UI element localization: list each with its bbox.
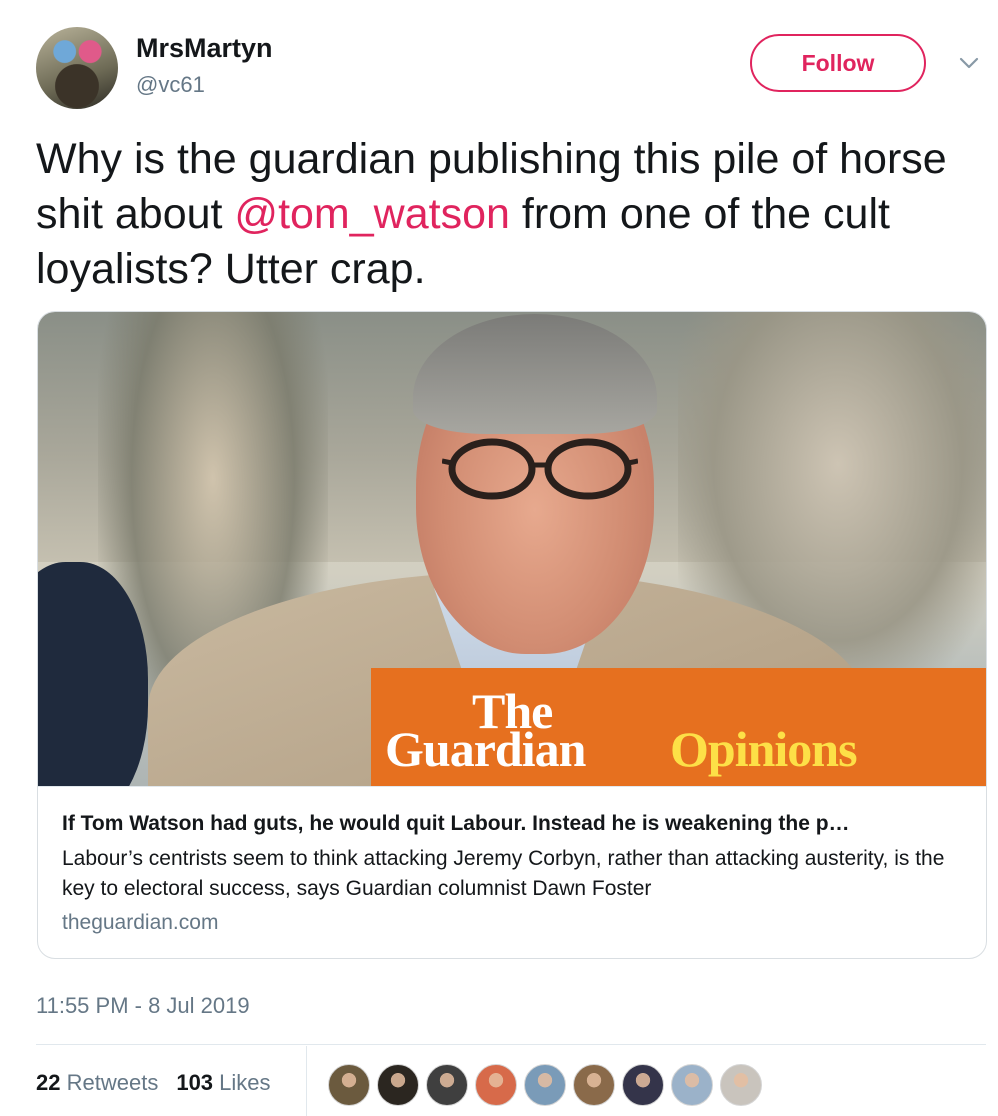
guardian-logo-opinions: Opinions xyxy=(670,721,858,777)
guardian-logo-guardian: Guardian xyxy=(385,721,586,777)
liker-avatars xyxy=(328,1064,762,1106)
card-divider xyxy=(38,786,986,787)
liker-avatar[interactable] xyxy=(622,1064,664,1106)
glasses-graphic xyxy=(442,438,638,500)
tweet-timestamp[interactable]: 11:55 PM - 8 Jul 2019 xyxy=(36,993,250,1019)
liker-avatar[interactable] xyxy=(573,1064,615,1106)
liker-avatar[interactable] xyxy=(426,1064,468,1106)
liker-avatar[interactable] xyxy=(328,1064,370,1106)
retweets-stat[interactable]: 22 Retweets xyxy=(36,1070,158,1096)
tweet-stats: 22 Retweets 103 Likes xyxy=(36,1070,271,1096)
user-handle[interactable]: @vc61 xyxy=(136,72,205,98)
link-preview-card[interactable]: The Guardian Opinions If Tom Watson had … xyxy=(37,311,987,959)
user-avatar[interactable] xyxy=(36,27,118,109)
display-name[interactable]: MrsMartyn xyxy=(136,33,273,64)
liker-avatar[interactable] xyxy=(475,1064,517,1106)
person-hair xyxy=(413,314,657,434)
stats-separator xyxy=(306,1046,307,1116)
liker-avatar[interactable] xyxy=(524,1064,566,1106)
mention-link[interactable]: @tom_watson xyxy=(234,190,510,238)
card-description[interactable]: Labour’s centrists seem to think attacki… xyxy=(62,844,962,904)
liker-avatar[interactable] xyxy=(377,1064,419,1106)
liker-avatar[interactable] xyxy=(671,1064,713,1106)
chevron-down-icon[interactable] xyxy=(958,52,980,74)
card-domain[interactable]: theguardian.com xyxy=(62,911,218,935)
card-title[interactable]: If Tom Watson had guts, he would quit La… xyxy=(62,812,967,836)
follow-button[interactable]: Follow xyxy=(750,34,926,92)
liker-avatar[interactable] xyxy=(720,1064,762,1106)
retweets-label: Retweets xyxy=(66,1070,159,1095)
divider xyxy=(36,1044,986,1045)
tweet-text: Why is the guardian publishing this pile… xyxy=(36,132,966,297)
likes-count: 103 xyxy=(176,1070,214,1095)
likes-stat[interactable]: 103 Likes xyxy=(176,1070,270,1096)
likes-label: Likes xyxy=(219,1070,271,1095)
retweets-count: 22 xyxy=(36,1070,61,1095)
card-image[interactable]: The Guardian Opinions xyxy=(38,312,986,786)
